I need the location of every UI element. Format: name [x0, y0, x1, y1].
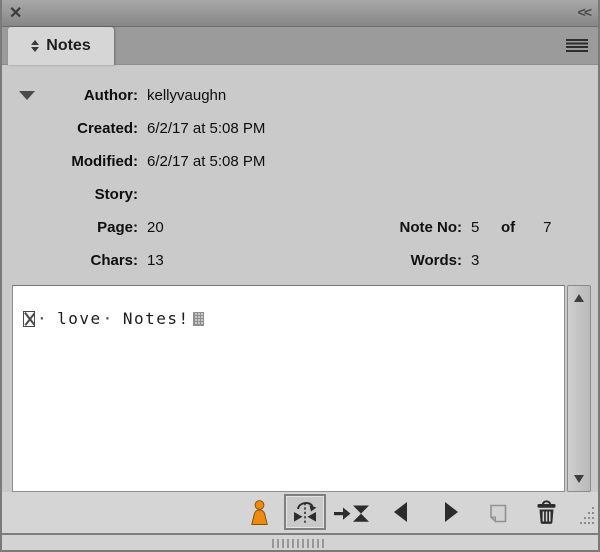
- author-value: kellyvaughn: [147, 87, 226, 104]
- note-no-value: 5: [471, 219, 501, 236]
- note-anchor-glyph: [23, 311, 35, 327]
- scroll-down-icon[interactable]: [574, 475, 584, 483]
- end-of-note-marker-icon: [193, 312, 204, 326]
- user-icon[interactable]: [248, 499, 271, 531]
- modified-row: Modified: 6/2/17 at 5:08 PM: [2, 145, 598, 178]
- words-label: Words:: [357, 252, 462, 269]
- panel-titlebar[interactable]: ✕ <<: [0, 0, 600, 27]
- page-label: Page:: [2, 219, 138, 236]
- modified-value: 6/2/17 at 5:08 PM: [147, 153, 265, 170]
- go-to-note-anchor-icon: [290, 499, 320, 526]
- chars-value: 13: [147, 252, 164, 269]
- editor-scrollbar[interactable]: [567, 285, 591, 492]
- of-label: of: [501, 219, 515, 236]
- created-row: Created: 6/2/17 at 5:08 PM: [2, 112, 598, 145]
- delete-note-icon[interactable]: [535, 499, 558, 530]
- page-value: 20: [147, 219, 164, 236]
- chevron-down-icon: [31, 47, 39, 52]
- note-word: love: [57, 309, 102, 328]
- note-word: Notes!: [123, 309, 190, 328]
- panel-menu-icon[interactable]: [566, 39, 588, 52]
- story-label: Story:: [2, 186, 138, 203]
- tab-label: Notes: [46, 37, 90, 55]
- note-text-editor[interactable]: · love · Notes!: [12, 285, 565, 492]
- scroll-up-icon[interactable]: [574, 294, 584, 302]
- notes-panel: ✕ << Notes Author: kellyvaughn Created: …: [0, 0, 600, 552]
- author-label: Author:: [2, 87, 138, 104]
- tab-bar: Notes: [0, 27, 600, 65]
- space-marker: ·: [103, 309, 114, 328]
- previous-note-icon[interactable]: [394, 502, 407, 522]
- words-group: Words: 3: [357, 244, 501, 277]
- go-to-note-icon[interactable]: [334, 504, 370, 528]
- chars-label: Chars:: [2, 252, 138, 269]
- chevron-up-icon: [31, 40, 39, 45]
- resize-grip-icon[interactable]: [579, 506, 596, 533]
- note-text-line[interactable]: · love · Notes!: [23, 309, 564, 328]
- go-to-note-anchor-button[interactable]: [284, 494, 326, 530]
- tab-notes[interactable]: Notes: [8, 27, 114, 65]
- new-note-icon[interactable]: [486, 502, 509, 530]
- note-no-label: Note No:: [357, 219, 462, 236]
- created-label: Created:: [2, 120, 138, 137]
- close-icon[interactable]: ✕: [9, 3, 22, 23]
- panel-toggle-icon[interactable]: [31, 40, 39, 52]
- modified-label: Modified:: [2, 153, 138, 170]
- collapse-panel-icon[interactable]: <<: [578, 4, 590, 20]
- author-row: Author: kellyvaughn: [2, 79, 598, 112]
- chars-row: Chars: 13 Words: 3: [2, 244, 598, 277]
- page-row: Page: 20 Note No: 5 of 7: [2, 211, 598, 244]
- words-value: 3: [471, 252, 501, 269]
- story-row: Story:: [2, 178, 598, 211]
- note-info-section: Author: kellyvaughn Created: 6/2/17 at 5…: [2, 65, 598, 285]
- panel-bottom-strip: [2, 533, 598, 552]
- note-number-group: Note No: 5 of 7: [357, 211, 552, 244]
- created-value: 6/2/17 at 5:08 PM: [147, 120, 265, 137]
- notes-toolbar: [2, 492, 598, 533]
- next-note-icon[interactable]: [445, 502, 458, 522]
- panel-resize-handle-icon[interactable]: [272, 539, 326, 548]
- space-marker: ·: [37, 309, 48, 328]
- note-total-value: 7: [543, 219, 551, 236]
